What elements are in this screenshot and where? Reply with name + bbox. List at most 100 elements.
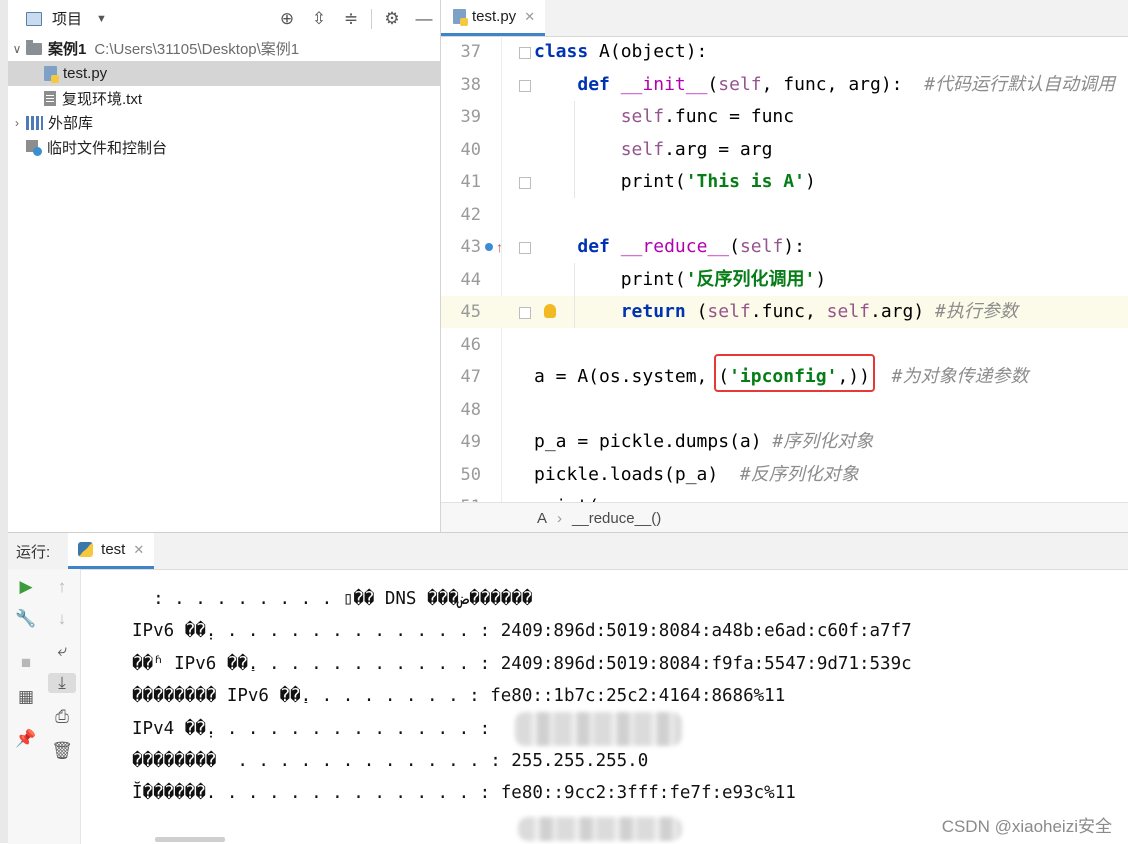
fold-marker-icon[interactable] [519, 177, 531, 189]
code-line[interactable]: 40 self.arg = arg [441, 134, 1128, 166]
code-text: return (self.func, self.arg) #执行参数 [620, 301, 1018, 322]
editor-tab-bar: test.py ✕ [441, 0, 1128, 37]
tree-item-txt[interactable]: 复现环境.txt [8, 86, 440, 111]
pin-icon[interactable]: 📌 [8, 729, 44, 749]
indent-guide [574, 101, 575, 198]
run-toolbar-secondary: ↑ ↓ ⤶ ⤓ ⎙ 🗑 [44, 569, 81, 844]
line-number: 43 [460, 237, 481, 257]
library-icon [26, 115, 43, 130]
code-line[interactable]: 43 def __reduce__(self): ↑ [441, 231, 1128, 263]
override-icon[interactable] [485, 243, 493, 251]
stop-icon[interactable]: ■ [8, 653, 44, 673]
tree-item-external-libs[interactable]: › 外部库 [8, 110, 440, 135]
redacted-region [518, 817, 682, 841]
code-text: def __init__(self, func, arg): #代码运行默认自动… [577, 73, 1116, 95]
code-text: self.arg = arg [620, 138, 773, 160]
close-icon[interactable]: ✕ [524, 9, 535, 25]
code-line[interactable]: 37 class A(object): [441, 36, 1128, 68]
breadcrumb-method[interactable]: __reduce__() [572, 510, 661, 527]
chevron-down-icon[interactable]: ∨ [8, 42, 26, 56]
chevron-right-icon: › [557, 509, 563, 527]
folder-icon [26, 39, 42, 55]
file-name: test.py [63, 65, 108, 82]
file-name: 复现环境.txt [62, 91, 143, 108]
scroll-to-end-icon[interactable]: ⤓ [48, 673, 76, 693]
python-file-icon [453, 9, 468, 26]
layout-icon[interactable]: ▦ [8, 687, 44, 707]
code-line[interactable]: 50 pickle.loads(p_a) #反序列化对象 [441, 459, 1128, 491]
arrow-up-icon[interactable]: ↑ [496, 240, 503, 254]
code-line[interactable]: 38 def __init__(self, func, arg): #代码运行默… [441, 69, 1128, 101]
project-header: 项目 ▼ ⊕ ⇳ ≑ ⚙ — [8, 0, 440, 37]
code-line[interactable]: 45 return (self.func, self.arg) #执行参数 [441, 296, 1128, 328]
code-text: class A(object): [534, 41, 708, 62]
fold-marker-icon[interactable] [519, 79, 531, 92]
code-text: p_a = pickle.dumps(a) #序列化对象 [534, 431, 874, 452]
hide-icon[interactable]: — [408, 9, 440, 29]
chevron-down-icon[interactable]: ▼ [96, 13, 107, 25]
arrow-up-icon[interactable]: ↑ [44, 577, 80, 597]
code-line[interactable]: 44 print('反序列化调用') [441, 264, 1128, 296]
fold-marker-icon[interactable] [519, 47, 531, 59]
tree-item-test-py[interactable]: test.py [8, 61, 440, 86]
console-line: �������� IPv6 ��ַ. . . . . . . . : fe80:… [132, 686, 786, 707]
trash-icon[interactable]: 🗑 [44, 741, 80, 761]
code-line[interactable]: 48 [441, 394, 1128, 426]
fold-marker-icon[interactable] [519, 307, 531, 319]
line-number: 39 [460, 107, 481, 127]
tree-item-root[interactable]: ∨ 案例1 C:\Users\31105\Desktop\案例1 [8, 36, 440, 61]
line-number: 45 [460, 302, 481, 322]
code-line[interactable]: 41 print('This is A') [441, 166, 1128, 198]
line-number: 48 [460, 399, 481, 420]
console-output[interactable]: : . . . . . . . . ▯�� DNS ���ض������ IPv6… [80, 569, 1128, 837]
breadcrumb-class[interactable]: A [537, 510, 547, 527]
code-line[interactable]: 51 print( [441, 491, 1128, 502]
code-editor[interactable]: test.py ✕ 37 class A(object): 38 def __ini… [441, 0, 1128, 533]
expand-all-icon[interactable]: ⇳ [303, 9, 335, 29]
wrench-icon[interactable]: 🔧 [8, 609, 44, 629]
run-panel: 运行: test ✕ ▶ 🔧 ■ ▦ 📌 ↑ ↓ ⤶ ⤓ ⎙ 🗑 : . . .… [8, 532, 1128, 844]
project-panel: 项目 ▼ ⊕ ⇳ ≑ ⚙ — ∨ 案例1 C:\Users\31105\Desk… [8, 0, 441, 532]
tree-item-scratches[interactable]: 临时文件和控制台 [8, 135, 440, 160]
root-folder-name: 案例1 [48, 41, 87, 58]
line-number: 51 [441, 491, 481, 502]
chevron-right-icon[interactable]: › [8, 116, 26, 130]
locate-icon[interactable]: ⊕ [271, 9, 303, 29]
project-toolbar: ⊕ ⇳ ≑ ⚙ — [271, 0, 440, 37]
line-number: 42 [460, 204, 481, 225]
code-line[interactable]: 49 p_a = pickle.dumps(a) #序列化对象 [441, 426, 1128, 458]
watermark: CSDN @xiaoheizi安全 [941, 817, 1112, 836]
project-title[interactable]: 项目 [52, 8, 82, 29]
code-area[interactable]: 37 class A(object): 38 def __init__(self, … [441, 36, 1128, 502]
horizontal-scrollbar[interactable] [155, 837, 225, 842]
code-text: pickle.loads(p_a) #反序列化对象 [534, 463, 859, 485]
external-libs-label: 外部库 [48, 115, 94, 132]
run-toolbar-primary: ▶ 🔧 ■ ▦ 📌 [8, 569, 45, 844]
run-tab-test[interactable]: test ✕ [68, 533, 155, 569]
print-icon[interactable]: ⎙ [44, 707, 80, 727]
collapse-all-icon[interactable]: ≑ [335, 9, 367, 29]
close-icon[interactable]: ✕ [133, 542, 144, 558]
root-folder-path: C:\Users\31105\Desktop\案例1 [94, 41, 300, 58]
line-number: 40 [460, 139, 481, 160]
tab-test-py[interactable]: test.py ✕ [441, 0, 546, 36]
text-file-icon [44, 91, 56, 106]
fold-marker-icon[interactable] [519, 242, 531, 254]
run-tab-label: test [101, 541, 126, 558]
tab-label: test.py [472, 8, 517, 25]
line-number: 38 [460, 74, 481, 95]
breadcrumb: A › __reduce__() [441, 502, 1128, 533]
rerun-icon[interactable]: ▶ [8, 577, 44, 597]
arrow-down-icon[interactable]: ↓ [44, 609, 80, 629]
scratches-label: 临时文件和控制台 [47, 140, 168, 157]
lightbulb-icon[interactable] [544, 304, 556, 318]
gear-icon[interactable]: ⚙ [376, 9, 408, 29]
code-text: print( [534, 491, 599, 502]
code-line[interactable]: 39 self.func = func [441, 101, 1128, 133]
indent-guide [574, 263, 575, 328]
console-line: Ĭ������. . . . . . . . . . . . . : fe80:… [132, 783, 796, 804]
code-line[interactable]: 42 [441, 199, 1128, 231]
python-file-icon [44, 66, 59, 83]
soft-wrap-icon[interactable]: ⤶ [44, 641, 80, 661]
console-line: ��ʱ IPv6 ��ַ. . . . . . . . . . . : 2409… [132, 653, 912, 674]
